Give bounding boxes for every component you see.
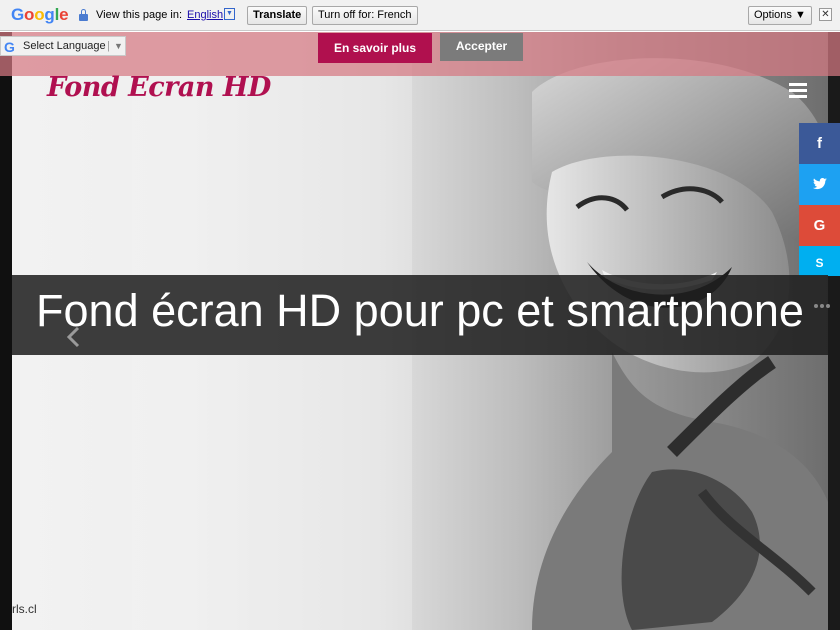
cookie-banner: G Select Language | ▼ En savoir plus Acc… (0, 32, 840, 76)
right-edge (828, 32, 840, 630)
page-title: Fond écran HD pour pc et smartphone (36, 285, 804, 336)
language-selector-label: Select Language (23, 40, 106, 52)
twitter-icon (812, 178, 827, 190)
logo-letter: o (24, 5, 35, 24)
language-link[interactable]: English (187, 9, 223, 21)
google-plus-icon: G (813, 217, 826, 234)
logo-letter: g (44, 5, 55, 24)
google-logo: Google (11, 5, 69, 25)
language-dropdown-icon[interactable]: ▼ (224, 8, 235, 20)
facebook-share-button[interactable]: f (799, 123, 840, 164)
twitter-share-button[interactable] (799, 164, 840, 205)
image-watermark: rls.cl (12, 602, 37, 616)
chevron-down-icon: ▼ (114, 41, 123, 51)
logo-letter: o (34, 5, 45, 24)
accept-button[interactable]: Accepter (440, 33, 523, 61)
translate-button[interactable]: Translate (247, 6, 308, 25)
lock-icon (79, 9, 88, 21)
page: G Select Language | ▼ En savoir plus Acc… (0, 32, 840, 630)
logo-letter: G (11, 5, 25, 24)
google-plus-share-button[interactable]: G (799, 205, 840, 246)
carousel-dots-icon[interactable] (812, 301, 832, 311)
learn-more-button[interactable]: En savoir plus (318, 33, 432, 63)
menu-icon[interactable] (789, 83, 807, 98)
separator: | (107, 40, 110, 52)
turn-off-button[interactable]: Turn off for: French (312, 6, 418, 25)
left-edge (0, 32, 12, 630)
close-icon[interactable]: ✕ (819, 8, 832, 21)
skype-icon: S (815, 256, 824, 270)
options-button[interactable]: Options ▼ (748, 6, 812, 25)
google-translate-bar: Google View this page in: English ▼ Tran… (0, 0, 840, 31)
site-logo[interactable]: Fond Ecran HD (47, 72, 271, 103)
language-selector[interactable]: G Select Language | ▼ (0, 36, 126, 56)
chevron-left-icon[interactable] (60, 322, 90, 352)
logo-letter: e (59, 5, 69, 24)
skype-share-button[interactable]: S (799, 246, 840, 276)
google-g-icon: G (4, 39, 15, 55)
translate-prompt: View this page in: (96, 9, 183, 21)
facebook-icon: f (817, 135, 822, 152)
title-band: Fond écran HD pour pc et smartphone (12, 275, 828, 355)
